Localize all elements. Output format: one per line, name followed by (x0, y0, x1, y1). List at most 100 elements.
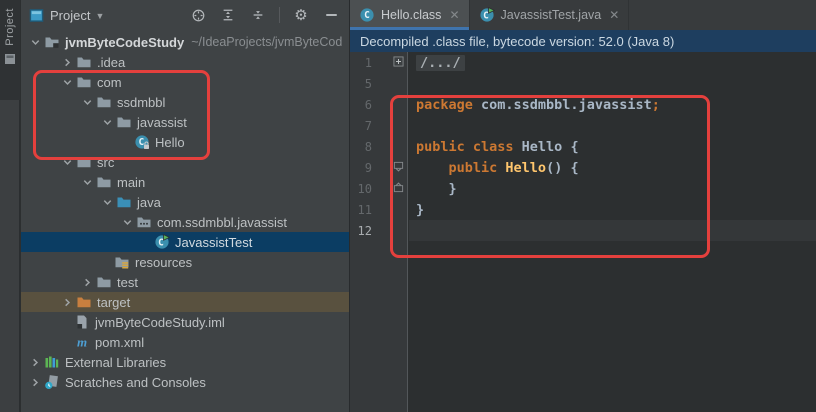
tree-item-com[interactable]: com (21, 72, 349, 92)
tree-item-label: Scratches and Consoles (65, 375, 206, 390)
chevron-collapsed-icon[interactable] (27, 354, 43, 370)
chevron-collapsed-icon[interactable] (27, 374, 43, 390)
tree-item-label: ssdmbbl (117, 95, 165, 110)
tree-item-label: target (97, 295, 130, 310)
tree-item-java[interactable]: java (21, 192, 349, 212)
collapse-all-button[interactable] (246, 4, 270, 26)
tree-item-ssdmbbl[interactable]: ssdmbbl (21, 92, 349, 112)
package-icon (136, 214, 152, 230)
tool-window-stripe: Project (0, 0, 20, 412)
tree-item--idea[interactable]: .idea (21, 52, 349, 72)
fold-marker-icon[interactable] (393, 181, 404, 197)
chevron-collapsed-icon[interactable] (79, 274, 95, 290)
chevron-collapsed-icon[interactable] (59, 54, 75, 70)
chevron-collapsed-icon[interactable] (59, 294, 75, 310)
project-panel-header: Project ▼ ⚙ (21, 0, 349, 30)
project-path: ~/IdeaProjects/jvmByteCod (191, 35, 342, 49)
tree-item-scratches-and-consoles[interactable]: Scratches and Consoles (21, 372, 349, 392)
fold-marker-icon[interactable] (393, 55, 404, 71)
class-locked-icon: C (134, 134, 150, 150)
select-opened-file-button[interactable] (186, 4, 210, 26)
tree-item-label: main (117, 175, 145, 190)
maven-icon: m (74, 334, 90, 350)
code-line-7[interactable]: 7 (350, 115, 816, 136)
project-stripe-button[interactable]: Project (0, 0, 20, 100)
folder-project-icon (44, 34, 60, 50)
tree-item-pom-xml[interactable]: m pom.xml (21, 332, 349, 352)
code-text: package com.ssdmbbl.javassist; (408, 97, 660, 113)
folder-source-icon (116, 194, 132, 210)
editor-body[interactable]: 1/.../56package com.ssdmbbl.javassist;78… (350, 52, 816, 412)
tree-item-label: src (97, 155, 114, 170)
project-tree: jvmByteCodeStudy ~/IdeaProjects/jvmByteCo… (21, 30, 349, 412)
scratches-icon (44, 374, 60, 390)
banner-text: Decompiled .class file, bytecode version… (360, 34, 674, 49)
chevron-expanded-icon[interactable] (59, 154, 75, 170)
code-line-1[interactable]: 1 /.../ (350, 52, 816, 73)
editor-tab-bar: C Hello.class ✕ C JavassistTest.java ✕ (350, 0, 816, 30)
close-icon[interactable]: ✕ (449, 9, 459, 21)
code-line-9[interactable]: 9 public Hello() { (350, 157, 816, 178)
tree-item-label: pom.xml (95, 335, 144, 350)
line-number: 1 (350, 56, 372, 70)
tree-item-src[interactable]: src (21, 152, 349, 172)
tree-item-label: java (137, 195, 161, 210)
tree-item-main[interactable]: main (21, 172, 349, 192)
folded-region-chip[interactable]: /.../ (416, 55, 465, 71)
code-text: public class Hello { (408, 139, 579, 155)
settings-button[interactable]: ⚙ (289, 4, 313, 26)
code-text: /.../ (408, 55, 465, 71)
project-panel-title[interactable]: Project (50, 8, 90, 23)
expand-all-button[interactable] (216, 4, 240, 26)
folder-resources-icon (114, 254, 130, 270)
tree-item-javassisttest[interactable]: CJavassistTest (21, 232, 349, 252)
tab-hello-class[interactable]: C Hello.class ✕ (350, 0, 470, 30)
code-line-8[interactable]: 8 public class Hello { (350, 136, 816, 157)
tree-item-label: jvmByteCodeStudy.iml (95, 315, 225, 330)
line-number: 5 (350, 77, 372, 91)
folder-icon (96, 94, 112, 110)
code-text: } (408, 202, 424, 218)
line-number: 6 (350, 98, 372, 112)
code-line-12[interactable]: 12 (350, 220, 816, 241)
tree-item-label: javassist (137, 115, 187, 130)
tab-label: Hello.class (381, 8, 441, 22)
class-run-icon: C (154, 234, 170, 250)
line-number: 12 (350, 224, 372, 238)
tree-item-external-libraries[interactable]: External Libraries (21, 352, 349, 372)
hide-panel-button[interactable] (319, 4, 343, 26)
tab-label: JavassistTest.java (501, 8, 602, 22)
line-number: 8 (350, 140, 372, 154)
chevron-expanded-icon[interactable] (99, 114, 115, 130)
chevron-down-icon[interactable]: ▼ (95, 11, 104, 21)
tree-item-hello[interactable]: CHello (21, 132, 349, 152)
tree-item-javassist[interactable]: javassist (21, 112, 349, 132)
chevron-expanded-icon[interactable] (59, 74, 75, 90)
chevron-expanded-icon[interactable] (27, 34, 43, 50)
tree-item-jvmbytecodestudy[interactable]: jvmByteCodeStudy ~/IdeaProjects/jvmByteCo… (21, 32, 349, 52)
svg-text:C: C (364, 10, 370, 21)
chevron-expanded-icon[interactable] (79, 174, 95, 190)
gear-icon: ⚙ (294, 8, 307, 23)
chevron-expanded-icon[interactable] (79, 94, 95, 110)
iml-file-icon (74, 314, 90, 330)
chevron-expanded-icon[interactable] (119, 214, 135, 230)
close-icon[interactable]: ✕ (609, 9, 619, 21)
chevron-expanded-icon[interactable] (99, 194, 115, 210)
libraries-icon (44, 354, 60, 370)
line-number: 11 (350, 203, 372, 217)
code-line-11[interactable]: 11} (350, 199, 816, 220)
tree-item-com-ssdmbbl-javassist[interactable]: com.ssdmbbl.javassist (21, 212, 349, 232)
code-line-6[interactable]: 6 package com.ssdmbbl.javassist; (350, 94, 816, 115)
code-text: public Hello() { (408, 160, 579, 176)
fold-marker-icon[interactable] (393, 160, 404, 176)
project-panel: Project ▼ ⚙ jvmByteCodeStudy ~/IdeaProjec… (21, 0, 350, 412)
tree-item-label: jvmByteCodeStudy (65, 35, 184, 50)
tree-item-target[interactable]: target (21, 292, 349, 312)
tree-item-resources[interactable]: resources (21, 252, 349, 272)
code-line-5[interactable]: 5 (350, 73, 816, 94)
tree-item-test[interactable]: test (21, 272, 349, 292)
tree-item-jvmbytecodestudy-iml[interactable]: jvmByteCodeStudy.iml (21, 312, 349, 332)
tab-javassisttest-java[interactable]: C JavassistTest.java ✕ (470, 0, 630, 30)
code-line-10[interactable]: 10 } (350, 178, 816, 199)
